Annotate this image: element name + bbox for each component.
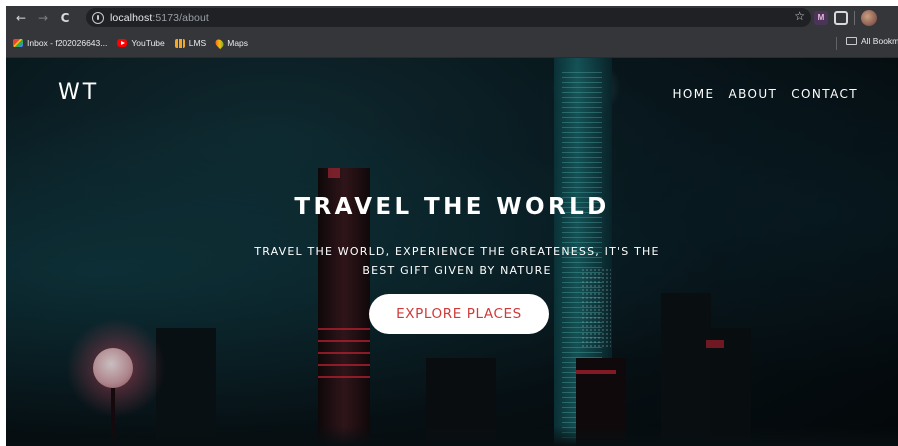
site-logo[interactable]: WT — [58, 80, 99, 105]
site-nav: HOME ABOUT CONTACT — [672, 87, 858, 101]
bookmarks-divider — [836, 37, 837, 50]
nav-contact[interactable]: CONTACT — [791, 87, 858, 101]
all-bookmarks-label: All Bookm — [861, 36, 898, 46]
extension-m-icon[interactable]: M — [814, 10, 828, 25]
toolbar-divider — [854, 10, 855, 25]
bookmark-lms[interactable]: LMS — [174, 38, 207, 48]
hero-headline: TRAVEL THE WORLD — [294, 194, 610, 220]
browser-toolbar: ← → C localhost:5173/about ☆ M — [6, 6, 898, 29]
address-bar[interactable]: localhost:5173/about ☆ — [86, 8, 811, 27]
hero-subheading: TRAVEL THE WORLD, EXPERIENCE THE GREATEN… — [254, 245, 660, 277]
bookmarks-bar: Inbox - f202026643... YouTube LMS Maps A… — [6, 29, 898, 58]
reload-button[interactable]: C — [54, 6, 76, 29]
toolbar-actions: M — [814, 6, 877, 29]
bookmark-label: LMS — [188, 38, 207, 48]
youtube-icon — [117, 39, 128, 47]
site-info-icon[interactable] — [92, 11, 104, 24]
url-path: :5173/about — [152, 11, 209, 24]
url-text[interactable]: localhost:5173/about — [110, 12, 209, 24]
gmail-icon — [13, 39, 23, 47]
all-bookmarks-button[interactable]: All Bookm — [846, 36, 898, 46]
bookmark-label: YouTube — [131, 38, 165, 48]
bookmark-maps[interactable]: Maps — [214, 37, 249, 49]
lms-icon — [174, 38, 185, 48]
explore-places-button[interactable]: EXPLORE PLACES — [369, 294, 549, 334]
nav-about[interactable]: ABOUT — [728, 87, 777, 101]
back-button[interactable]: ← — [10, 6, 32, 29]
folder-icon — [846, 37, 857, 45]
bookmark-star-icon[interactable]: ☆ — [794, 9, 805, 23]
bookmark-label: Maps — [227, 38, 249, 48]
extensions-puzzle-icon[interactable] — [834, 10, 848, 25]
hero-section: WT HOME ABOUT CONTACT TRAVEL THE WORLD T… — [6, 58, 898, 446]
bookmark-youtube[interactable]: YouTube — [117, 38, 165, 48]
forward-button[interactable]: → — [32, 6, 54, 29]
nav-home[interactable]: HOME — [672, 87, 714, 101]
browser-window: ← → C localhost:5173/about ☆ M Inbox - f… — [6, 6, 898, 446]
url-host: localhost — [110, 11, 153, 24]
profile-avatar[interactable] — [861, 9, 877, 26]
bookmark-inbox[interactable]: Inbox - f202026643... — [13, 38, 107, 48]
bookmark-label: Inbox - f202026643... — [27, 38, 108, 48]
maps-icon — [214, 37, 226, 49]
